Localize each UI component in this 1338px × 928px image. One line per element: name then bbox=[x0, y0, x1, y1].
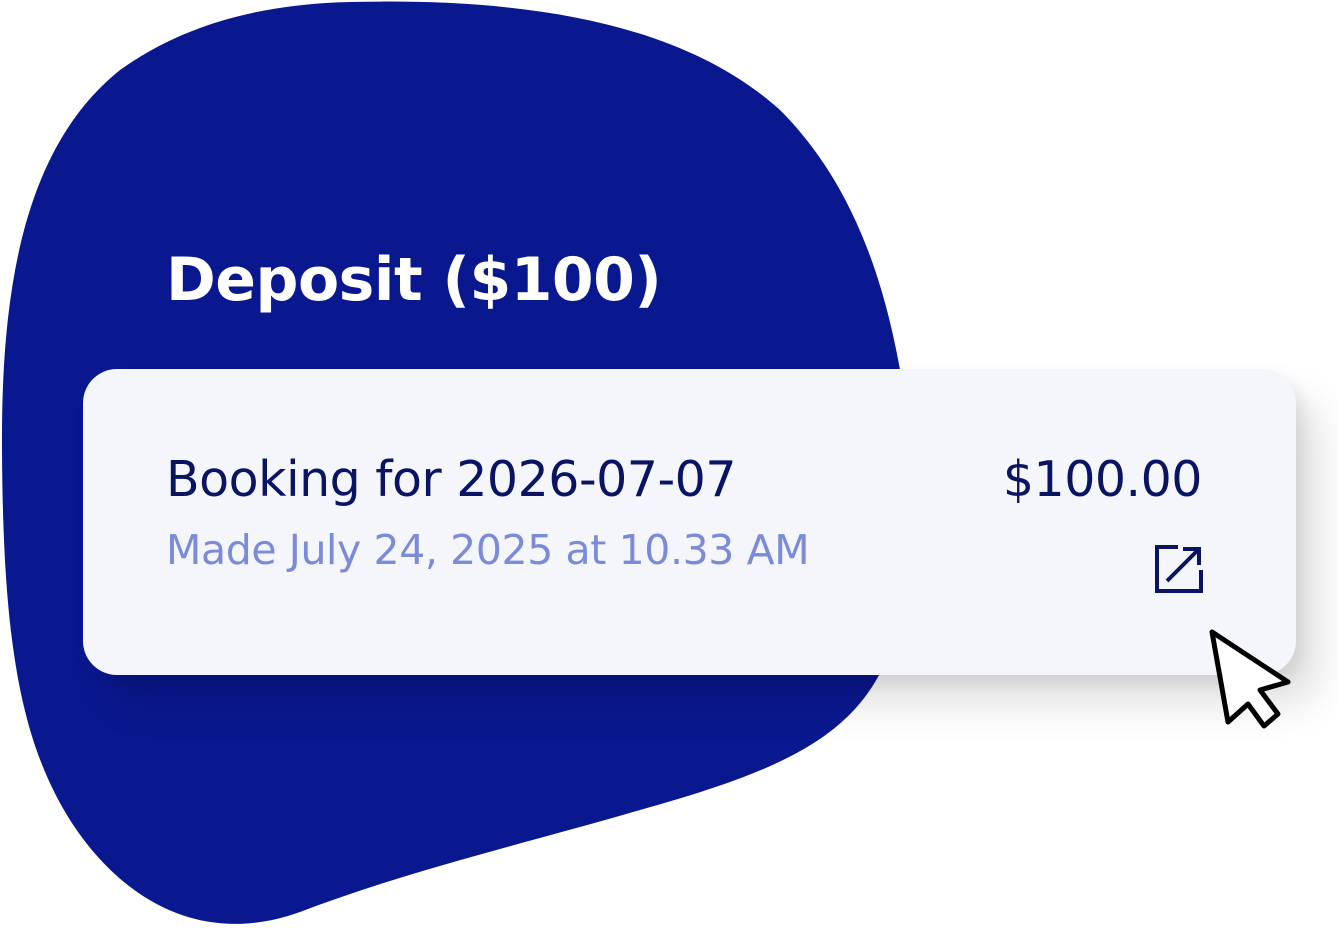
open-booking-button[interactable] bbox=[1151, 541, 1207, 597]
booking-card[interactable]: Booking for 2026-07-07 Made July 24, 202… bbox=[83, 369, 1296, 675]
external-link-icon bbox=[1155, 545, 1203, 593]
mouse-pointer-icon bbox=[1209, 629, 1291, 729]
booking-amount: $100.00 bbox=[1002, 451, 1203, 508]
section-title: Deposit ($100) bbox=[166, 245, 662, 315]
booking-title: Booking for 2026-07-07 bbox=[166, 451, 737, 508]
booking-date: Made July 24, 2025 at 10.33 AM bbox=[166, 526, 810, 574]
